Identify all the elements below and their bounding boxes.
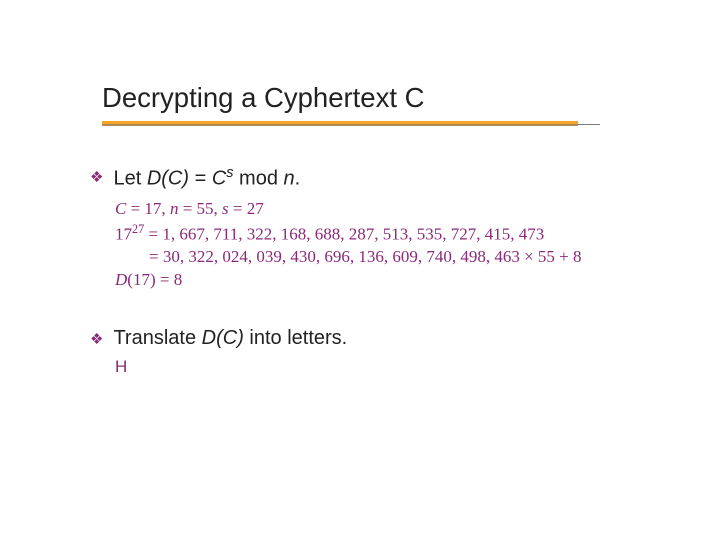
slide-title: Decrypting a Cyphertext C — [102, 82, 578, 120]
letters-result: H — [115, 357, 720, 377]
s2sup: 27 — [132, 222, 144, 236]
s1f: = 27 — [229, 199, 264, 218]
sub-line-2: 1727 = 1, 667, 711, 322, 168, 688, 287, … — [115, 221, 720, 247]
b2-func: D(C) — [202, 327, 244, 349]
content-area: ❖ Let D(C) = Cs mod n. C = 17, n = 55, s… — [90, 164, 720, 377]
s1a: C — [115, 199, 126, 218]
s4b: (17) = 8 — [127, 270, 182, 289]
diamond-icon: ❖ — [90, 168, 103, 186]
b1-mod: mod — [233, 168, 283, 190]
sub-line-4: D(17) = 8 — [115, 269, 720, 292]
sub-line-1: C = 17, n = 55, s = 27 — [115, 198, 720, 221]
slide: Decrypting a Cyphertext C ❖ Let D(C) = C… — [0, 0, 720, 540]
diamond-icon: ❖ — [90, 330, 103, 348]
s1b: = 17, — [126, 199, 170, 218]
s1e: s — [222, 199, 229, 218]
s2a: 17 — [115, 224, 132, 243]
s4a: D — [115, 270, 127, 289]
bullet-2-text: Translate D(C) into letters. — [113, 326, 347, 351]
s2b: = 1, 667, 711, 322, 168, 688, 287, 513, … — [144, 224, 544, 243]
b1-n: n — [284, 168, 295, 190]
b1-prefix: Let — [113, 168, 146, 190]
b1-period: . — [295, 168, 301, 190]
bullet-2: ❖ Translate D(C) into letters. — [90, 326, 720, 351]
sub-block-1: C = 17, n = 55, s = 27 1727 = 1, 667, 71… — [115, 198, 720, 292]
title-wrap: Decrypting a Cyphertext C — [102, 82, 578, 126]
b1-func: D(C) — [147, 168, 189, 190]
bullet-1: ❖ Let D(C) = Cs mod n. — [90, 164, 720, 192]
b2-prefix: Translate — [113, 327, 201, 349]
s1d: = 55, — [178, 199, 222, 218]
title-underline — [102, 121, 578, 126]
b1-base: C — [212, 168, 226, 190]
b2-suffix: into letters. — [244, 327, 347, 349]
sub-line-3: = 30, 322, 024, 039, 430, 696, 136, 609,… — [149, 246, 720, 269]
bullet-1-text: Let D(C) = Cs mod n. — [113, 164, 300, 192]
b1-eq: = — [189, 168, 212, 190]
